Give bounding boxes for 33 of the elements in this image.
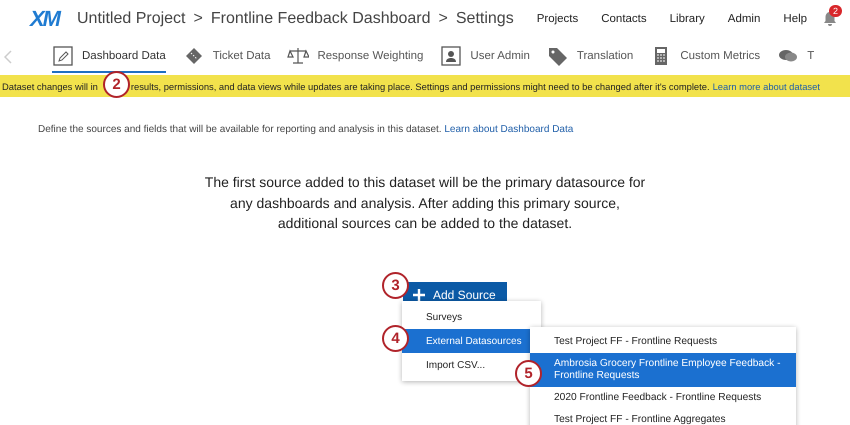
learn-more-link[interactable]: Learn more about dataset: [712, 80, 820, 92]
nav-link[interactable]: Admin: [728, 13, 760, 25]
pencil-icon: [52, 46, 74, 66]
step-callout: 4: [382, 325, 409, 352]
submenu-item[interactable]: Test Project FF - Frontline Aggregates: [530, 409, 796, 425]
settings-tab[interactable]: Response Weighting: [287, 40, 424, 72]
submenu-item[interactable]: 2020 Frontline Feedback - Frontline Requests: [530, 387, 796, 409]
banner-text: Dataset changes will in: [2, 80, 98, 92]
banner-text: results, permissions, and data views while updates are taking place. Settings and permissions might need to be changed after it's complete.: [130, 80, 710, 92]
settings-tab[interactable]: T: [777, 40, 814, 72]
logo[interactable]: XM: [30, 6, 59, 32]
breadcrumb-item: Frontline Feedback Dashboard: [210, 10, 431, 28]
nav-link[interactable]: Library: [670, 13, 705, 25]
scale-icon: [287, 46, 310, 66]
settings-tab[interactable]: Dashboard Data: [52, 40, 166, 72]
breadcrumb-item: Untitled Project: [77, 10, 186, 28]
nav-link[interactable]: Help: [783, 13, 808, 25]
breadcrumb-separator: >: [194, 10, 203, 28]
intro-text: The first source added to this dataset will be the primary datasource for any dashboards and analysis. After adding this primary source, additional sources can be added to the dataset.: [204, 173, 646, 233]
nav-link[interactable]: Projects: [536, 13, 578, 25]
description-text: Define the sources and fields that will be available for reporting and analysis in this dataset. Learn about Dashboard Data: [38, 124, 574, 135]
settings-tab[interactable]: Custom Metrics: [650, 40, 760, 72]
settings-tab[interactable]: User Admin: [440, 40, 530, 72]
notification-badge: 2: [829, 5, 842, 17]
breadcrumb-item: Settings: [456, 10, 514, 28]
user-card-icon: [440, 46, 462, 66]
step-callout: 3: [382, 272, 409, 299]
settings-tab[interactable]: Translation: [546, 40, 634, 72]
learn-link[interactable]: Learn about Dashboard Data: [444, 124, 574, 135]
settings-tab[interactable]: Ticket Data: [182, 40, 270, 72]
nav-link[interactable]: Contacts: [601, 13, 647, 25]
tag-icon: [546, 46, 569, 66]
breadcrumb-separator: >: [438, 10, 448, 28]
